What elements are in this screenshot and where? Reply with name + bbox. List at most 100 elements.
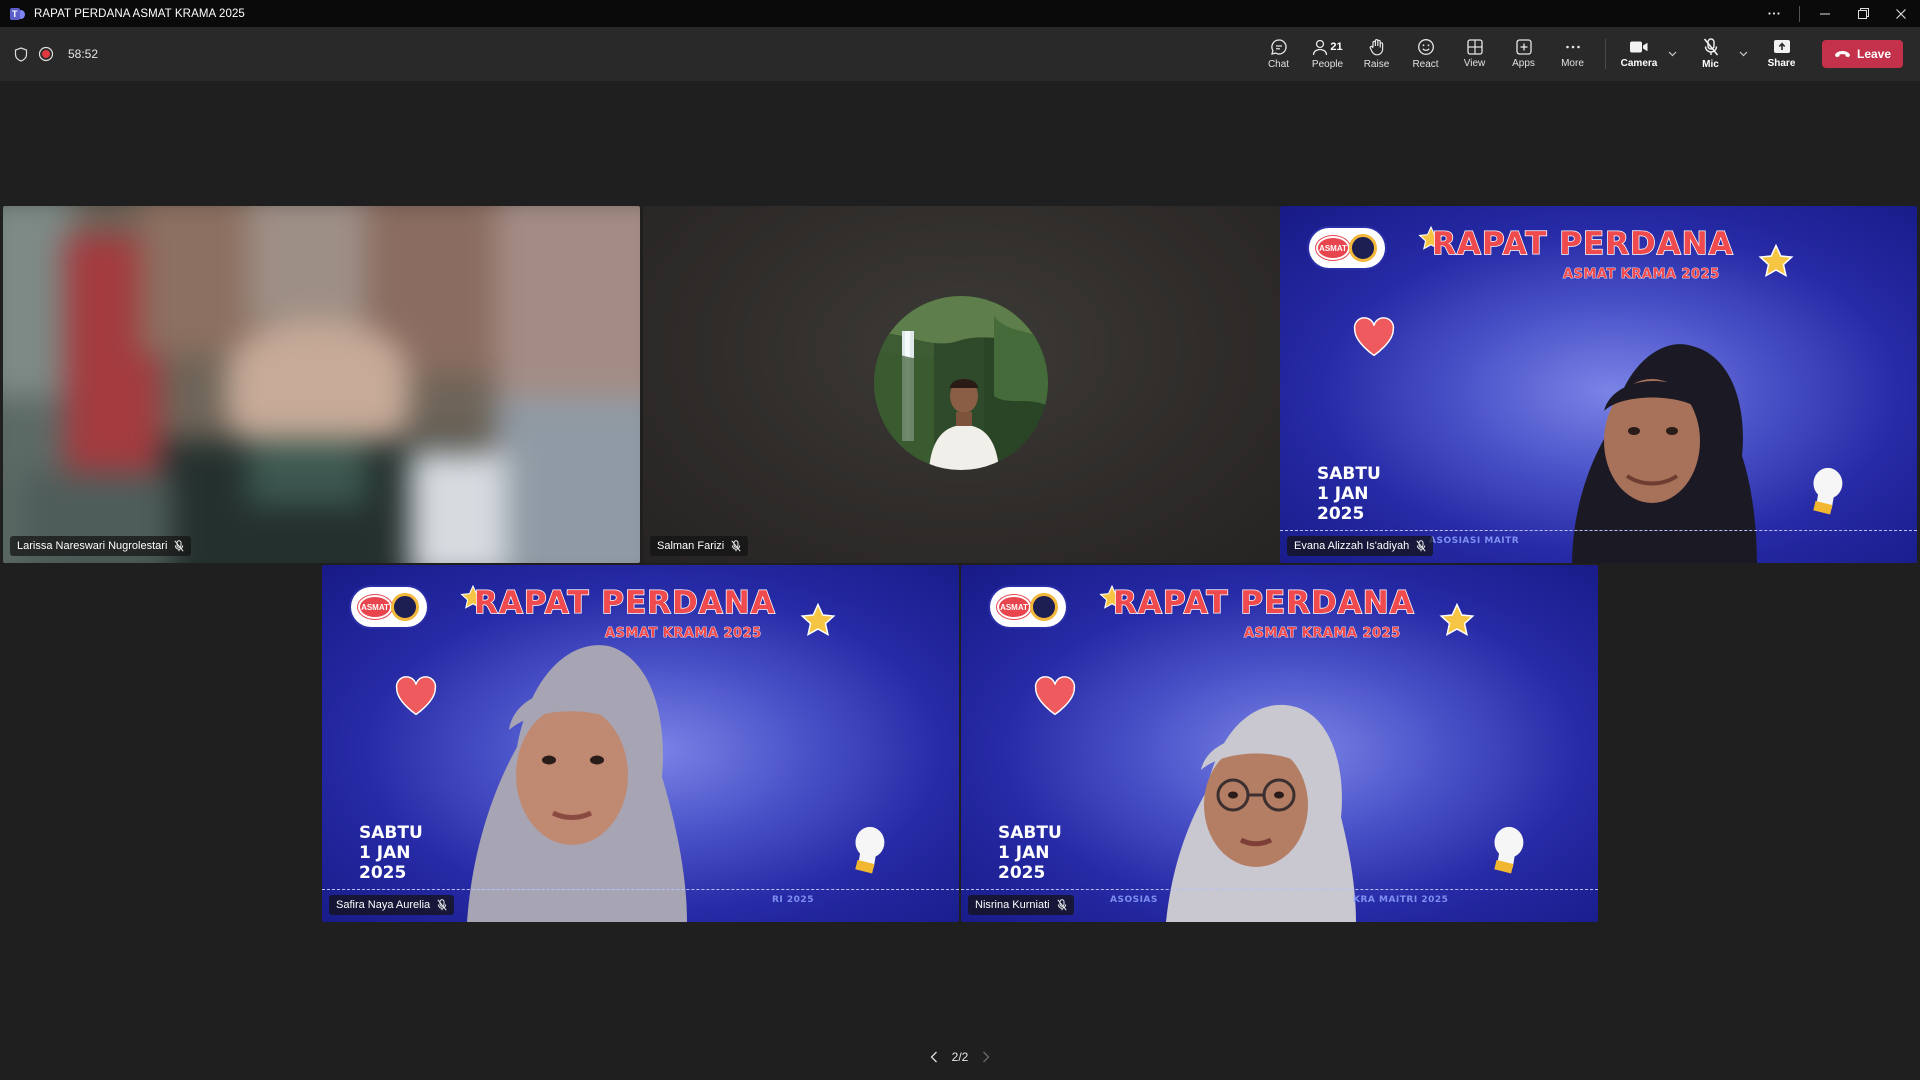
shield-icon[interactable] [14,46,28,62]
participant-name: Salman Farizi [657,540,725,552]
meeting-toolbar: 58:52 Chat 21 People Raise React View Ap… [0,27,1920,81]
camera-button[interactable]: Camera [1614,27,1664,81]
participant-name-tag: Salman Farizi [650,536,749,556]
chat-label: Chat [1267,59,1290,70]
participant-name-tag: Nisrina Kurniati [968,895,1074,915]
camera-label: Camera [1620,58,1658,69]
more-button[interactable]: More [1548,27,1597,81]
hand-icon [1369,39,1383,56]
participant-name: Safira Naya Aurelia [336,899,431,911]
react-button[interactable]: React [1401,27,1450,81]
meeting-info: 58:52 [14,27,98,81]
participant-name-tag: Larissa Nareswari Nugrolestari [10,536,192,556]
restore-icon[interactable] [1844,0,1882,27]
people-button[interactable]: 21 People [1303,27,1352,81]
more-label: More [1561,58,1584,69]
banner-date: SABTU 1 JAN 2025 [1317,464,1381,524]
grid-view-icon [1466,39,1483,55]
participant-name-tag: Evana Alizzah Is'adiyah [1287,536,1434,556]
banner-subtitle: ASMAT KRAMA 2025 [1563,267,1720,283]
mic-button[interactable]: Mic [1686,27,1735,81]
participant-tile[interactable]: ASMAT RAPAT PERDANA ASMAT KRAMA 2025 SAB… [961,565,1598,922]
heart-icon [1353,317,1395,357]
apps-button[interactable]: Apps [1499,27,1548,81]
mic-muted-icon [1703,38,1718,56]
camera-options-chevron-icon[interactable] [1664,27,1680,81]
participant-video [1542,316,1762,563]
smiley-icon [1417,39,1434,55]
raise-label: Raise [1363,59,1390,70]
blurred-video [3,206,640,563]
participant-tile[interactable]: ASMAT RAPAT PERDANA ASMAT KRAMA 2025 SAB… [1280,206,1917,563]
banner-date: SABTU 1 JAN 2025 [998,823,1062,883]
mic-muted-icon [174,540,184,552]
star-icon [1439,603,1475,636]
banner-date: SABTU 1 JAN 2025 [359,823,423,883]
next-page-chevron-icon[interactable] [982,1051,990,1063]
leave-label: Leave [1856,47,1892,61]
participant-name: Nisrina Kurniati [975,899,1050,911]
chat-icon [1270,39,1287,55]
participant-tile[interactable]: ASMAT RAPAT PERDANA ASMAT KRAMA 2025 SAB… [322,565,959,922]
react-label: React [1412,59,1439,70]
mic-options-chevron-icon[interactable] [1735,27,1751,81]
mic-muted-icon [731,540,741,552]
participant-name-tag: Safira Naya Aurelia [329,895,455,915]
heart-icon [395,676,437,716]
banner-footer: ASOSIASI MAITR [1429,536,1520,546]
apps-label: Apps [1512,58,1535,69]
people-icon [1313,39,1328,55]
banner-footer: RI 2025 [772,895,814,905]
people-label: People [1311,58,1344,70]
teams-logo-icon: T [10,7,26,21]
mic-muted-icon [1416,540,1426,552]
asmat-logo-icon: ASMAT [1309,228,1385,268]
banner-divider [1280,530,1917,531]
close-icon[interactable] [1882,0,1920,27]
banner-footer: KRA MAITRI 2025 [1353,895,1449,905]
view-button[interactable]: View [1450,27,1499,81]
raise-hand-button[interactable]: Raise [1352,27,1401,81]
hang-up-icon [1834,51,1850,58]
star-icon [1758,244,1794,277]
banner-divider [322,889,959,890]
mic-muted-icon [437,899,447,911]
participant-name: Evana Alizzah Is'adiyah [1294,540,1410,552]
people-count: 21 [1330,41,1343,53]
asmat-logo-icon: ASMAT [351,587,427,627]
leave-button[interactable]: Leave [1822,40,1903,68]
share-icon [1773,40,1790,53]
mic-label: Mic [1702,59,1719,70]
banner-subtitle: ASMAT KRAMA 2025 [1244,626,1401,642]
participant-tile[interactable]: Salman Farizi [643,206,1280,563]
camera-icon [1630,41,1648,53]
banner-footer: ASOSIAS [1110,895,1158,905]
title-bar: T RAPAT PERDANA ASMAT KRAMA 2025 [0,0,1920,27]
participant-tile[interactable]: Larissa Nareswari Nugrolestari [3,206,640,563]
more-options-icon[interactable] [1755,0,1793,27]
lightbulb-icon [1494,826,1524,874]
toolbar-divider [1605,39,1606,69]
gallery-pager: 2/2 [0,1050,1920,1064]
view-label: View [1463,58,1486,69]
lightbulb-icon [855,826,885,874]
minimize-icon[interactable] [1806,0,1844,27]
star-icon [800,603,836,636]
banner-title: RAPAT PERDANA [1112,584,1415,622]
page-indicator: 2/2 [951,1050,969,1064]
share-button[interactable]: Share [1757,27,1806,81]
window-title: RAPAT PERDANA ASMAT KRAMA 2025 [34,7,245,20]
recording-icon [38,46,54,62]
participant-avatar [874,296,1048,470]
banner-divider [961,889,1598,890]
lightbulb-icon [1813,467,1843,515]
share-label: Share [1767,58,1796,69]
previous-page-chevron-icon[interactable] [930,1051,938,1063]
participant-video [437,610,697,922]
mic-muted-icon [1057,899,1067,911]
add-app-icon [1515,39,1532,55]
participant-video [1141,685,1371,922]
divider [1799,5,1800,22]
chat-button[interactable]: Chat [1254,27,1303,81]
banner-title: RAPAT PERDANA [1431,225,1734,263]
